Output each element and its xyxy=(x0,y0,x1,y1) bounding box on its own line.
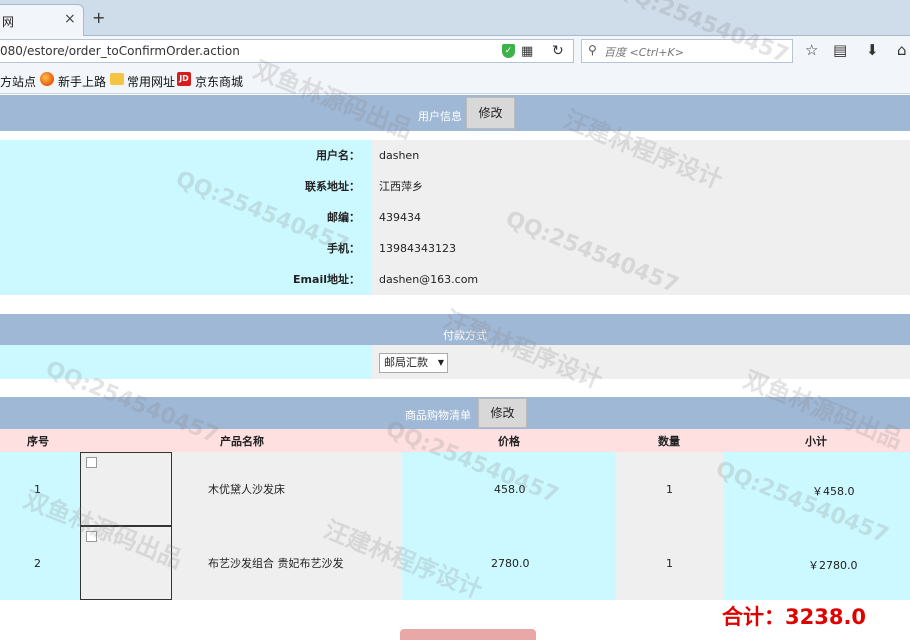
header-product-name: 产品名称 xyxy=(220,435,264,448)
qty-cell: 1 xyxy=(616,452,724,526)
firefox-icon xyxy=(40,72,54,86)
product-subtotal: ￥458.0 xyxy=(812,485,855,498)
product-subtotal: ￥2780.0 xyxy=(808,559,858,572)
header-quantity: 数量 xyxy=(658,435,680,448)
info-row-phone: 手机： 13984343123 xyxy=(0,233,910,264)
bookmarks-bar: 方站点 新手上路 常用网址 JD 京东商城 xyxy=(0,66,910,94)
product-image[interactable] xyxy=(80,452,172,526)
table-row: 2 布艺沙发组合 贵妃布艺沙发 2780.0 1 ￥2780.0 xyxy=(0,526,910,600)
name-cell: 木优黛人沙发床 xyxy=(172,452,402,526)
submit-order-button[interactable] xyxy=(400,629,536,640)
info-row-zipcode: 邮编： 439434 xyxy=(0,202,910,233)
header-index: 序号 xyxy=(27,435,49,448)
tab-bar: 网 × + xyxy=(0,0,910,36)
reload-icon[interactable]: ↻ xyxy=(552,43,564,59)
cart-table-header: 序号 产品名称 价格 数量 小计 xyxy=(0,429,910,452)
tab-title: 网 xyxy=(2,15,15,29)
bookmark-jd-mall[interactable]: 京东商城 xyxy=(195,73,243,90)
star-icon[interactable]: ☆ xyxy=(805,41,818,59)
payment-title: 付款方式 xyxy=(443,329,487,342)
name-cell: 布艺沙发组合 贵妃布艺沙发 xyxy=(172,526,402,600)
zipcode-value: 439434 xyxy=(372,202,910,233)
info-row-address: 联系地址： 江西萍乡 xyxy=(0,171,910,202)
product-price: 458.0 xyxy=(494,483,526,496)
reading-list-icon[interactable]: ▤ xyxy=(833,41,847,59)
navigation-bar: 080/estore/order_toConfirmOrder.action ✓… xyxy=(0,36,910,66)
bookmark-common-sites[interactable]: 常用网址 xyxy=(127,73,175,90)
product-quantity: 1 xyxy=(666,483,673,496)
price-cell: 2780.0 xyxy=(402,526,616,600)
header-subtotal: 小计 xyxy=(805,435,827,448)
zipcode-label: 邮编： xyxy=(0,202,372,233)
browser-tab[interactable]: 网 × xyxy=(0,4,84,36)
search-icon: ⚲ xyxy=(588,43,597,57)
username-value: dashen xyxy=(372,140,910,171)
phone-value: 13984343123 xyxy=(372,233,910,264)
payment-method-value: 邮局汇款 xyxy=(384,356,428,369)
qty-cell: 1 xyxy=(616,526,724,600)
product-image[interactable] xyxy=(80,526,172,600)
folder-icon xyxy=(110,73,124,85)
new-tab-icon[interactable]: + xyxy=(92,8,105,27)
payment-row xyxy=(0,345,910,379)
header-price: 价格 xyxy=(498,435,520,448)
edit-cart-button[interactable]: 修改 xyxy=(478,398,527,428)
subtotal-cell: ￥458.0 xyxy=(724,452,910,526)
payment-method-select[interactable]: 邮局汇款 ▼ xyxy=(379,353,448,373)
home-icon[interactable]: ⌂ xyxy=(897,41,907,59)
user-info-title: 用户信息 xyxy=(418,110,462,123)
index-cell: 1 xyxy=(0,452,81,526)
cart-title: 商品购物清单 xyxy=(405,409,471,422)
payment-label-cell xyxy=(0,345,372,379)
subtotal-cell: ￥2780.0 xyxy=(724,526,910,600)
address-label: 联系地址： xyxy=(0,171,372,202)
jd-icon: JD xyxy=(177,72,191,86)
url-text: 080/estore/order_toConfirmOrder.action xyxy=(0,44,240,58)
index-cell: 2 xyxy=(0,526,81,600)
row-index: 2 xyxy=(34,557,41,570)
username-label: 用户名： xyxy=(0,140,372,171)
user-info-header: 用户信息 修改 xyxy=(0,95,910,131)
payment-value-cell xyxy=(372,345,910,379)
download-icon[interactable]: ⬇ xyxy=(866,41,879,59)
cart-header: 商品购物清单 修改 xyxy=(0,397,910,429)
url-bar[interactable]: 080/estore/order_toConfirmOrder.action ✓… xyxy=(0,39,574,63)
email-label: Email地址： xyxy=(0,264,372,295)
product-quantity: 1 xyxy=(666,557,673,570)
broken-image-icon xyxy=(86,531,97,542)
order-total: 合计：3238.0 xyxy=(722,605,867,629)
price-cell: 458.0 xyxy=(402,452,616,526)
qr-code-icon[interactable]: ▦ xyxy=(521,44,533,59)
search-bar[interactable]: ⚲ 百度 <Ctrl+K> xyxy=(581,39,793,63)
shield-icon[interactable]: ✓ xyxy=(502,44,515,58)
product-name: 木优黛人沙发床 xyxy=(208,483,285,496)
product-price: 2780.0 xyxy=(491,557,530,570)
info-row-email: Email地址： dashen@163.com xyxy=(0,264,910,295)
search-placeholder: 百度 <Ctrl+K> xyxy=(604,46,684,59)
table-row: 1 木优黛人沙发床 458.0 1 ￥458.0 xyxy=(0,452,910,526)
broken-image-icon xyxy=(86,457,97,468)
edit-user-info-button[interactable]: 修改 xyxy=(466,97,515,129)
chevron-down-icon: ▼ xyxy=(437,358,444,367)
row-index: 1 xyxy=(34,483,41,496)
info-row-username: 用户名： dashen xyxy=(0,140,910,171)
email-value: dashen@163.com xyxy=(372,264,910,295)
bookmark-getting-started[interactable]: 新手上路 xyxy=(58,73,106,90)
phone-label: 手机： xyxy=(0,233,372,264)
product-name: 布艺沙发组合 贵妃布艺沙发 xyxy=(208,557,344,570)
address-value: 江西萍乡 xyxy=(372,171,910,202)
close-icon[interactable]: × xyxy=(64,11,76,27)
bookmark-official-site[interactable]: 方站点 xyxy=(0,73,36,90)
